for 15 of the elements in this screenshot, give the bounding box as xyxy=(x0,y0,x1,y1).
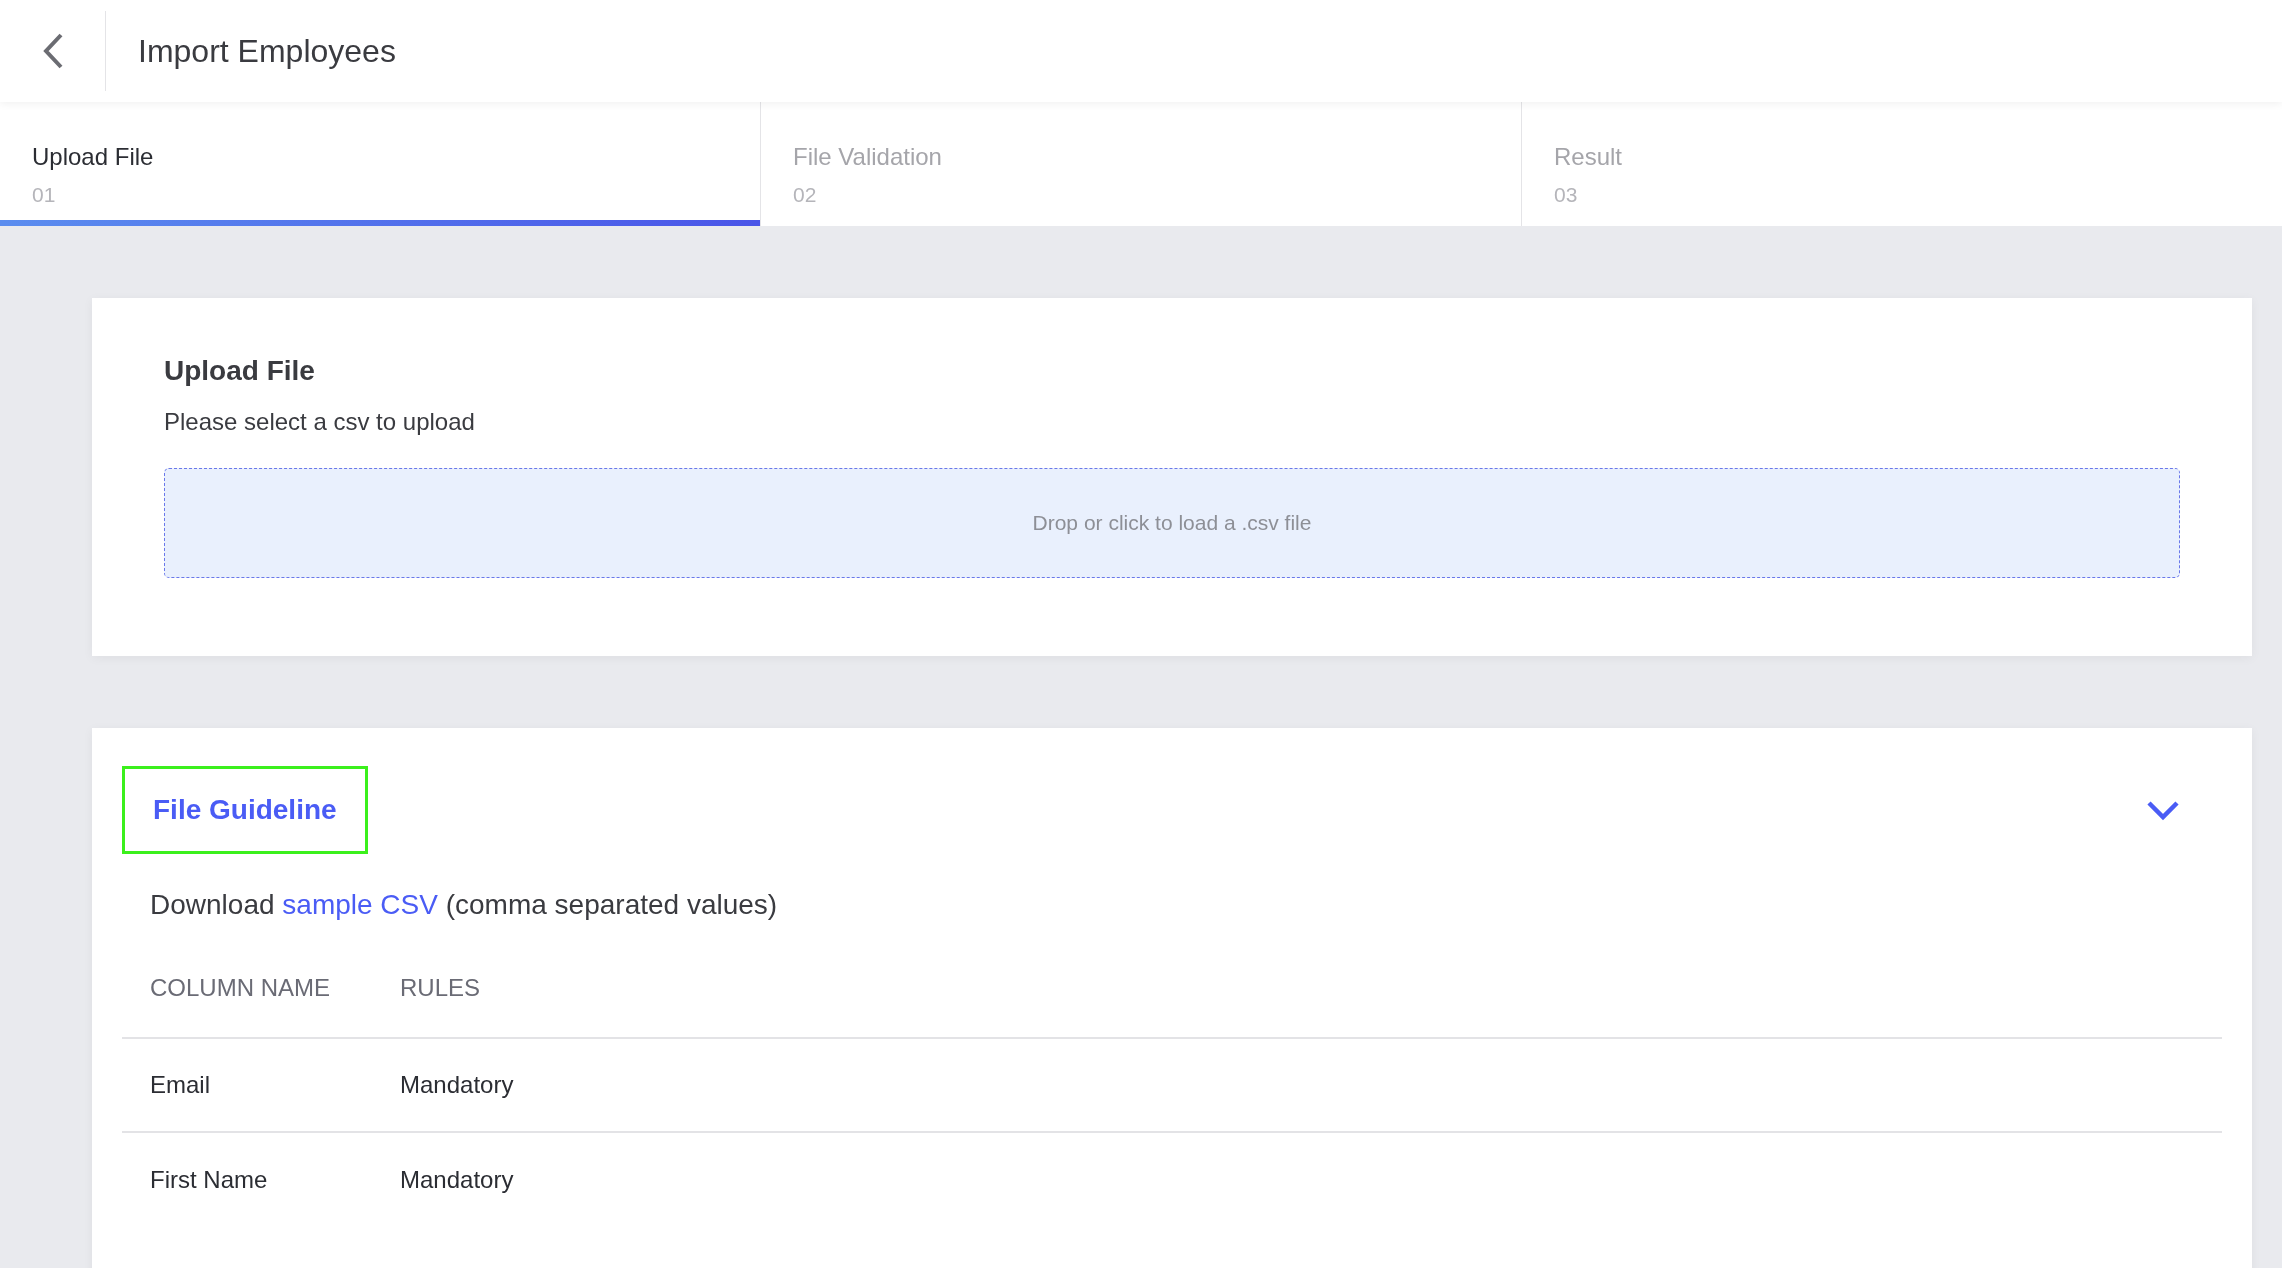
file-dropzone[interactable]: Drop or click to load a .csv file xyxy=(164,468,2180,578)
column-header: RULES xyxy=(372,966,2222,1038)
expand-button[interactable] xyxy=(2146,798,2180,822)
column-header: COLUMN NAME xyxy=(122,966,372,1038)
table-cell: First Name xyxy=(122,1132,372,1226)
download-instruction: Download sample CSV (comma separated values) xyxy=(150,888,779,922)
sample-csv-link[interactable]: sample CSV xyxy=(282,889,438,920)
table-cell: Email xyxy=(122,1038,372,1132)
table-cell: Mandatory xyxy=(372,1132,2222,1226)
table-cell: Mandatory xyxy=(372,1038,2222,1132)
card-subtitle: Please select a csv to upload xyxy=(164,407,476,437)
guideline-toggle[interactable]: File Guideline xyxy=(122,766,368,854)
page-title: Import Employees xyxy=(138,32,396,71)
chevron-icon xyxy=(2146,799,2180,822)
card-title: Upload File xyxy=(164,354,316,388)
